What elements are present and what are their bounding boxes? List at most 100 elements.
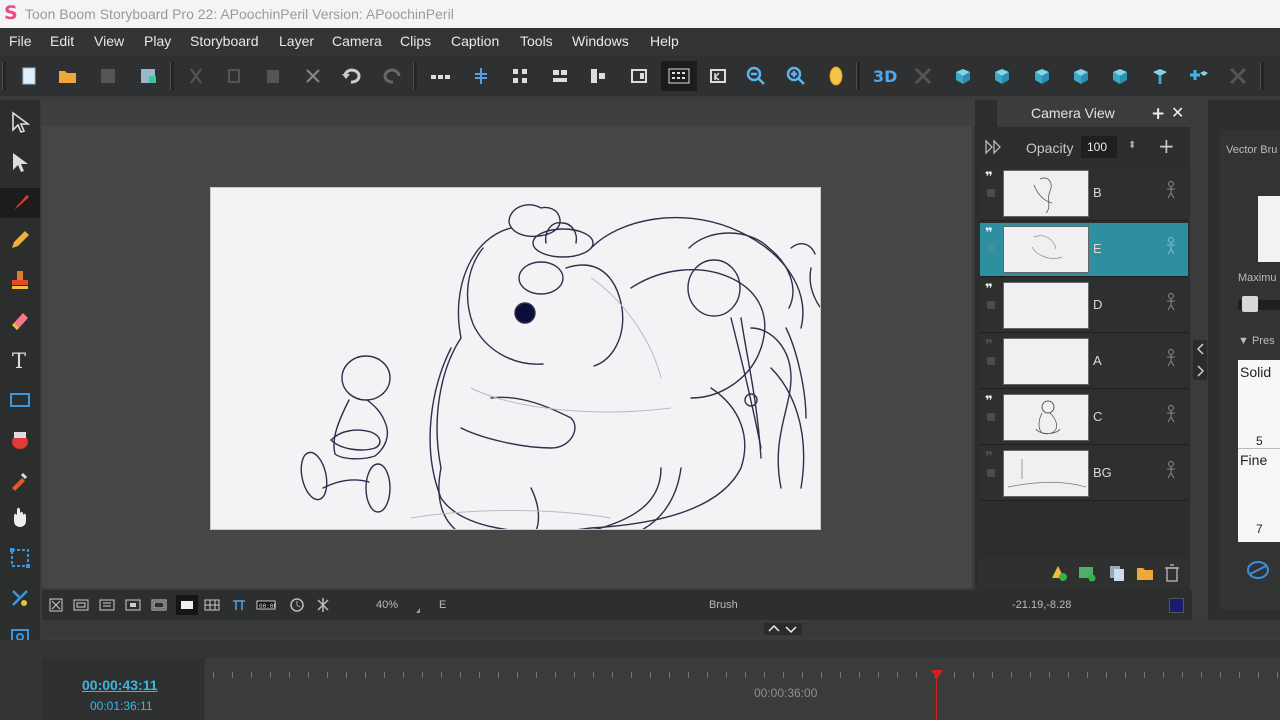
layer-visibility-icon[interactable]: ❞ <box>985 226 993 241</box>
paste-icon[interactable] <box>261 64 285 88</box>
camera-skew-icon[interactable] <box>1069 64 1093 88</box>
3d-icon[interactable]: 3D <box>872 64 900 88</box>
panel-view-icon[interactable] <box>548 64 572 88</box>
grid-view-icon[interactable] <box>508 64 532 88</box>
menu-clips[interactable]: Clips <box>400 33 431 49</box>
add-bitmap-layer-icon[interactable] <box>1078 564 1096 585</box>
camera-keyframe-icon[interactable] <box>1108 64 1132 88</box>
camera-mask-icon[interactable] <box>176 595 198 615</box>
layer-lock-icon[interactable] <box>987 413 995 421</box>
menu-edit[interactable]: Edit <box>50 33 74 49</box>
onion-skin-icon[interactable] <box>469 64 493 88</box>
layer-lock-icon[interactable] <box>987 245 995 253</box>
layer-motion-icon[interactable] <box>1166 405 1176 426</box>
cut-icon[interactable] <box>184 64 208 88</box>
cutter-tool-icon[interactable] <box>8 586 32 610</box>
layer-visibility-icon[interactable]: ❞ <box>985 450 993 465</box>
timeline-view-icon[interactable] <box>706 64 730 88</box>
open-folder-icon[interactable] <box>56 64 80 88</box>
thumbnails-view-icon[interactable] <box>661 61 697 91</box>
presets-list[interactable]: Solid 5 Fine 7 <box>1238 360 1280 542</box>
opacity-field[interactable]: 100 <box>1081 136 1117 158</box>
contour-editor-icon[interactable] <box>8 150 32 174</box>
timecode-display-icon[interactable]: 00:00 <box>256 598 276 612</box>
camera-scale-icon[interactable] <box>1030 64 1054 88</box>
ellipsis-icon[interactable] <box>429 64 453 88</box>
layer-lock-icon[interactable] <box>987 301 995 309</box>
dropper-tool-icon[interactable] <box>8 468 32 492</box>
layer-motion-icon[interactable] <box>1166 461 1176 482</box>
camera-tool-icon[interactable] <box>911 64 935 88</box>
brush-tool-icon[interactable] <box>0 188 40 218</box>
brush-settings-icon[interactable] <box>1246 558 1272 585</box>
maximum-size-slider-handle[interactable] <box>1242 296 1258 312</box>
layer-motion-icon[interactable] <box>1166 237 1176 258</box>
pencil-tool-icon[interactable] <box>8 228 32 252</box>
current-time[interactable]: 00:00:43:11 <box>82 677 158 693</box>
hand-tool-icon[interactable] <box>8 505 32 529</box>
reset-rotation-icon[interactable] <box>289 598 305 612</box>
panel-splitter[interactable] <box>1193 340 1207 380</box>
save-as-icon[interactable] <box>136 64 160 88</box>
camera-rotate-icon[interactable] <box>990 64 1014 88</box>
layer-lock-icon[interactable] <box>987 357 995 365</box>
text-tool-icon[interactable]: T <box>8 348 32 372</box>
camera-view-tab[interactable]: Camera View + ✕ <box>997 100 1190 127</box>
close-view-icon[interactable]: ✕ <box>1171 103 1184 122</box>
rectangle-tool-icon[interactable] <box>8 388 32 412</box>
menu-tools[interactable]: Tools <box>520 33 553 49</box>
layer-visibility-icon[interactable]: ❞ <box>985 170 993 185</box>
mask-toggle-icon[interactable] <box>151 598 167 612</box>
layer-visibility-icon[interactable]: ❞ <box>985 338 993 353</box>
layer-row-c[interactable]: ❞ C <box>980 391 1188 445</box>
grid-toggle-icon[interactable] <box>125 598 141 612</box>
presets-header[interactable]: ▼ Pres <box>1238 335 1275 347</box>
add-camera-icon[interactable] <box>1187 64 1211 88</box>
preset-solid-label[interactable]: Solid <box>1240 364 1271 380</box>
zoom-in-icon[interactable] <box>784 64 808 88</box>
save-icon[interactable] <box>96 64 120 88</box>
camera-move-icon[interactable] <box>951 64 975 88</box>
add-layer-icon[interactable]: + <box>1158 134 1175 158</box>
safe-area-icon[interactable] <box>73 598 89 612</box>
stage-mode-icon[interactable] <box>48 598 64 612</box>
add-vector-layer-icon[interactable] <box>1050 564 1068 585</box>
table-view-icon[interactable] <box>204 598 220 612</box>
light-table-icon[interactable] <box>231 598 247 612</box>
transform-tool-icon[interactable] <box>8 546 32 570</box>
layer-row-a[interactable]: ❞ A <box>980 335 1188 389</box>
eraser-tool-icon[interactable] <box>8 308 32 332</box>
menu-help[interactable]: Help <box>650 33 679 49</box>
layer-motion-icon[interactable] <box>1166 181 1176 202</box>
new-file-icon[interactable] <box>17 64 41 88</box>
menu-caption[interactable]: Caption <box>451 33 499 49</box>
stamp-tool-icon[interactable] <box>8 268 32 292</box>
layer-visibility-icon[interactable]: ❞ <box>985 282 993 297</box>
preset-fine-label[interactable]: Fine <box>1240 452 1267 468</box>
menu-file[interactable]: File <box>9 33 32 49</box>
layer-motion-icon[interactable] <box>1166 349 1176 370</box>
copy-icon[interactable] <box>223 64 247 88</box>
playhead-marker[interactable] <box>931 670 943 679</box>
timeline-splitter[interactable] <box>42 622 1280 636</box>
layer-row-b[interactable]: ❞ B <box>980 167 1188 221</box>
layer-visibility-icon[interactable]: ❞ <box>985 394 993 409</box>
select-tool-icon[interactable] <box>8 110 32 134</box>
layout-view-icon[interactable] <box>627 64 651 88</box>
reset-view-icon[interactable] <box>824 64 848 88</box>
opacity-stepper-icon[interactable]: ⬍ <box>1128 140 1136 151</box>
layer-row-e[interactable]: ❞ E <box>980 223 1188 277</box>
menu-play[interactable]: Play <box>144 33 171 49</box>
menu-windows[interactable]: Windows <box>572 33 629 49</box>
layer-motion-icon[interactable] <box>1166 293 1176 314</box>
camera-reset-icon[interactable] <box>1148 64 1172 88</box>
add-view-icon[interactable]: + <box>1151 104 1165 124</box>
undo-icon[interactable] <box>340 64 364 88</box>
zoom-dropdown-icon[interactable] <box>416 608 420 613</box>
current-color-swatch[interactable] <box>1169 598 1184 613</box>
zoom-out-icon[interactable] <box>744 64 768 88</box>
split-view-icon[interactable] <box>586 64 610 88</box>
layer-lock-icon[interactable] <box>987 189 995 197</box>
menu-view[interactable]: View <box>94 33 124 49</box>
redo-icon[interactable] <box>380 64 404 88</box>
